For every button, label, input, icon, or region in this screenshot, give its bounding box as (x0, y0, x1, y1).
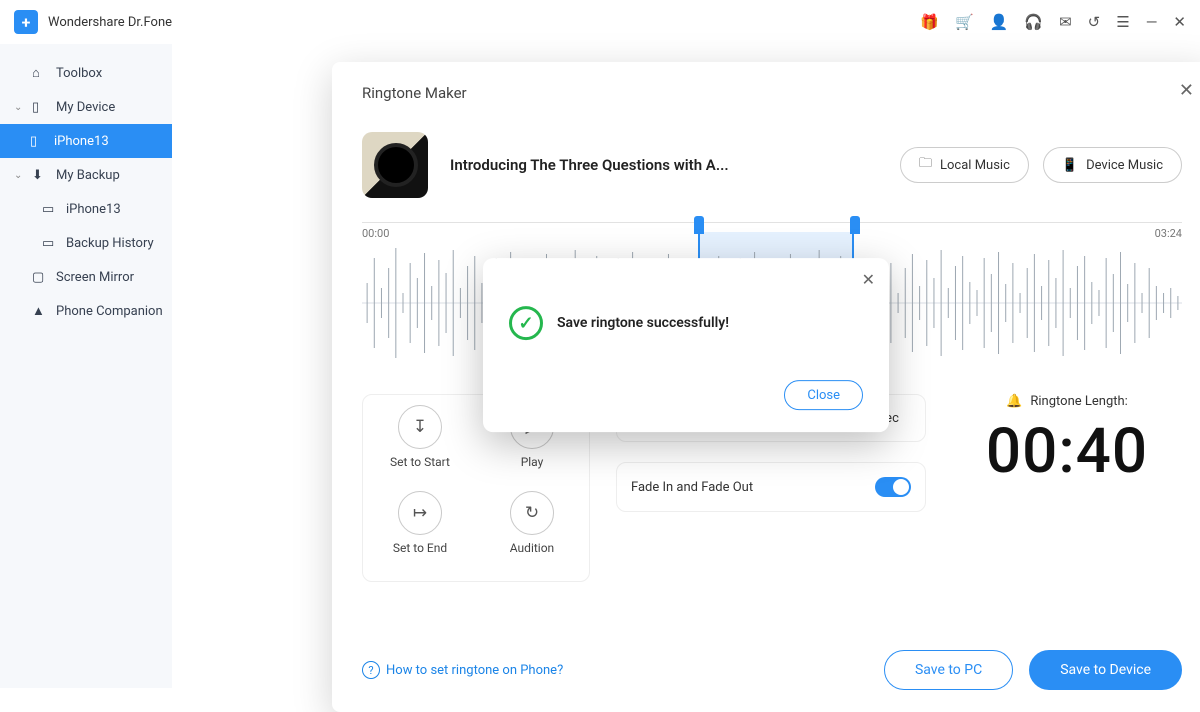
monitor-icon: ▢ (32, 270, 48, 285)
phone-icon: 📱 (1062, 158, 1078, 173)
companion-icon: ▲ (32, 303, 48, 319)
app-title: Wondershare Dr.Fone (48, 15, 172, 30)
account-icon[interactable]: 👤 (990, 13, 1009, 31)
device-icon: ▭ (42, 202, 58, 217)
save-to-device-button[interactable]: Save to Device (1029, 650, 1182, 690)
toast-message: Save ringtone successfully! (557, 315, 729, 331)
titlebar-actions: 🎁 🛒 👤 🎧 ✉ ↺ ☰ — ✕ (920, 13, 1186, 31)
phone-icon: ▯ (32, 100, 48, 115)
toast-close-icon[interactable]: ✕ (862, 270, 875, 289)
mail-icon[interactable]: ✉ (1059, 13, 1072, 31)
sidebar-item-backup-history[interactable]: ▭Backup History (0, 226, 172, 260)
close-window-icon[interactable]: ✕ (1173, 13, 1186, 31)
set-to-start-button[interactable]: ↧ (398, 405, 442, 449)
fade-row: Fade In and Fade Out (616, 462, 926, 512)
cart-icon[interactable]: 🛒 (955, 13, 974, 31)
success-toast: ✕ ✓ Save ringtone successfully! Close (483, 258, 889, 432)
chevron-down-icon: ⌄ (14, 170, 24, 181)
audition-button[interactable]: ↻ (510, 491, 554, 535)
fade-label: Fade In and Fade Out (631, 480, 753, 495)
modal-title: Ringtone Maker (362, 84, 1182, 102)
album-art-icon (362, 132, 428, 198)
sidebar-item-screen-mirror[interactable]: ▢Screen Mirror (0, 260, 172, 294)
ringtone-length-label: Ringtone Length: (1030, 394, 1127, 409)
folder-icon: 🗀 (919, 154, 932, 176)
sidebar-item-my-backup[interactable]: ⌄⬇My Backup (0, 158, 172, 192)
gift-icon[interactable]: 🎁 (920, 13, 939, 31)
menu-icon[interactable]: ☰ (1116, 13, 1129, 31)
history-icon: ▭ (42, 236, 58, 251)
local-music-button[interactable]: 🗀Local Music (900, 147, 1029, 183)
phone-icon: ▯ (30, 134, 46, 149)
sidebar-item-backup-iphone13[interactable]: ▭iPhone13 (0, 192, 172, 226)
download-icon: ⬇ (32, 168, 48, 183)
sidebar-item-iphone13[interactable]: ▯iPhone13 (0, 124, 172, 158)
ringtone-length-value: 00:40 (986, 415, 1148, 488)
minimize-icon[interactable]: — (1146, 13, 1158, 31)
save-to-pc-button[interactable]: Save to PC (884, 650, 1013, 690)
history-icon[interactable]: ↺ (1088, 13, 1101, 31)
fade-toggle[interactable] (875, 477, 911, 497)
headset-icon[interactable]: 🎧 (1024, 13, 1043, 31)
sidebar-item-toolbox[interactable]: ⌂Toolbox (0, 56, 172, 90)
sidebar: ⌂Toolbox ⌄▯My Device ▯iPhone13 ⌄⬇My Back… (0, 44, 172, 688)
bell-icon: 🔔 (1006, 394, 1022, 409)
home-icon: ⌂ (32, 65, 48, 81)
help-link[interactable]: ?How to set ringtone on Phone? (362, 661, 563, 679)
modal-close-icon[interactable]: ✕ (1179, 80, 1194, 101)
content-area: Device Details Yes False Off 02443304578… (172, 44, 1200, 688)
set-to-end-button[interactable]: ↦ (398, 491, 442, 535)
sidebar-item-my-device[interactable]: ⌄▯My Device (0, 90, 172, 124)
help-icon: ? (362, 661, 380, 679)
app-logo-icon: + (14, 10, 38, 34)
device-music-button[interactable]: 📱Device Music (1043, 147, 1182, 183)
toast-close-button[interactable]: Close (784, 380, 863, 410)
song-title: Introducing The Three Questions with A..… (450, 156, 729, 174)
sidebar-item-phone-companion[interactable]: ▲Phone Companion (0, 294, 172, 328)
chevron-down-icon: ⌄ (14, 102, 24, 113)
titlebar: + Wondershare Dr.Fone 🎁 🛒 👤 🎧 ✉ ↺ ☰ — ✕ (0, 0, 1200, 44)
check-circle-icon: ✓ (509, 306, 543, 340)
